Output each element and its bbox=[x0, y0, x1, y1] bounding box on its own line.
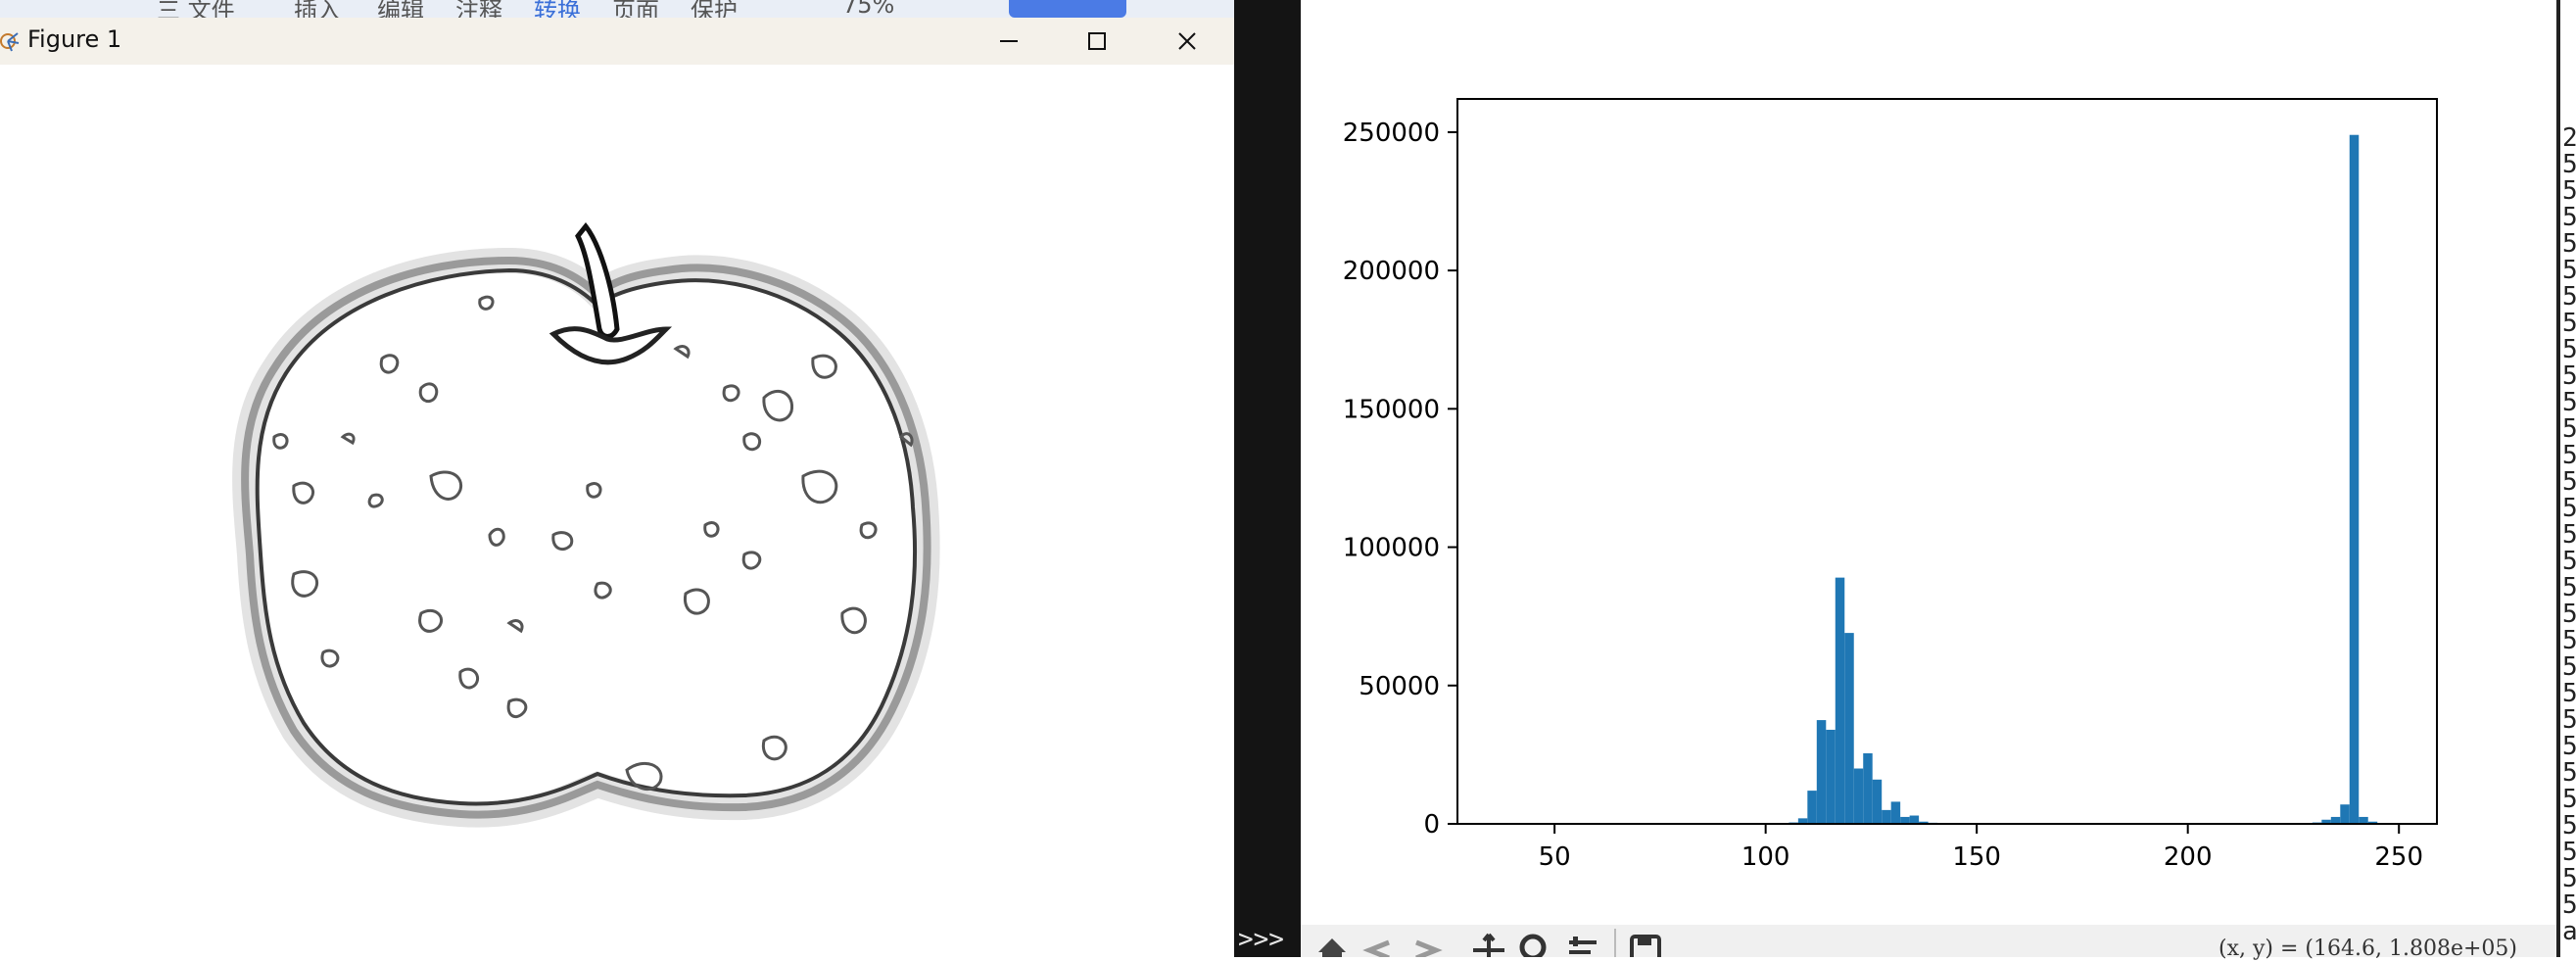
x-tick-label: 200 bbox=[2164, 842, 2213, 872]
x-axis-ticks: 50 100 150 200 250 bbox=[1539, 824, 2423, 872]
histogram-bar bbox=[2359, 816, 2368, 824]
figure2-window: 50 100 150 200 250 0 50000 100000 150000 200000 2… bbox=[1301, 0, 2556, 957]
plot-frame bbox=[1456, 98, 2438, 825]
pan-icon[interactable] bbox=[1469, 931, 1508, 957]
editor-line: 5, bbox=[2562, 229, 2576, 259]
editor-line: 5, bbox=[2562, 652, 2576, 682]
editor-line: 5, bbox=[2562, 679, 2576, 708]
editor-line: 5, bbox=[2562, 573, 2576, 602]
y-axis-ticks: 0 50000 100000 150000 200000 250000 bbox=[1343, 119, 1457, 840]
histogram-bar bbox=[1807, 791, 1817, 824]
editor-line: 5, bbox=[2562, 864, 2576, 893]
editor-line: 25 bbox=[2562, 123, 2576, 153]
coordinate-readout: (x, y) = (164.6, 1.808e+05) bbox=[2218, 937, 2517, 961]
bg-menu-protect: 保护 bbox=[691, 0, 738, 18]
histogram-bar bbox=[2340, 804, 2350, 824]
maximize-icon bbox=[1088, 32, 1106, 50]
histogram-bar bbox=[1872, 779, 1883, 824]
editor-line: 5, bbox=[2562, 150, 2576, 179]
bg-zoom-level: 75% bbox=[842, 0, 895, 18]
figure1-canvas[interactable] bbox=[0, 65, 1234, 957]
histogram-bar bbox=[1835, 577, 1845, 824]
editor-line: 5, bbox=[2562, 494, 2576, 523]
figure1-titlebar[interactable]: Figure 1 bbox=[0, 18, 1234, 65]
editor-line: 5, bbox=[2562, 626, 2576, 655]
configure-icon[interactable] bbox=[1563, 931, 1602, 957]
editor-line: ar bbox=[2562, 917, 2576, 946]
editor-line: 5, bbox=[2562, 811, 2576, 841]
histogram-bar bbox=[1900, 816, 1910, 824]
histogram-bar bbox=[1890, 801, 1901, 824]
close-button[interactable] bbox=[1158, 22, 1216, 61]
editor-line: 5, bbox=[2562, 335, 2576, 364]
histogram-bar bbox=[1882, 809, 1891, 824]
editor-line: 5, bbox=[2562, 309, 2576, 338]
close-icon bbox=[1178, 32, 1196, 50]
matplotlib-icon bbox=[0, 32, 20, 52]
back-icon[interactable] bbox=[1360, 931, 1399, 957]
editor-line: 5, bbox=[2562, 758, 2576, 788]
maximize-button[interactable] bbox=[1068, 22, 1126, 61]
x-tick-label: 50 bbox=[1539, 842, 1571, 872]
editor-line: 5, bbox=[2562, 705, 2576, 735]
home-icon[interactable] bbox=[1312, 931, 1352, 957]
editor-line: 5, bbox=[2562, 890, 2576, 920]
save-icon[interactable] bbox=[1626, 931, 1665, 957]
histogram-bar bbox=[1844, 633, 1854, 824]
histogram-chart[interactable]: 50 100 150 200 250 0 50000 100000 150000 200000 2… bbox=[1301, 0, 2556, 925]
cropped-editor-strip: 255,5,5,5,5,5,5,5,5,5,5,5,5,5,5,5,5,5,5,… bbox=[2556, 0, 2576, 957]
forward-icon[interactable] bbox=[1407, 931, 1446, 957]
bg-menu-edit: 编辑 bbox=[377, 0, 424, 18]
bg-blue-button bbox=[1009, 0, 1126, 18]
editor-line: 5, bbox=[2562, 388, 2576, 417]
editor-line: 5, bbox=[2562, 520, 2576, 550]
editor-line: 5, bbox=[2562, 547, 2576, 576]
bg-menu-insert: 插入 bbox=[294, 0, 341, 18]
x-tick-label: 150 bbox=[1952, 842, 2001, 872]
editor-line: 5, bbox=[2562, 176, 2576, 206]
figure1-window: 三 文件 插入 编辑 注释 转换 页面 保护 75% Figure 1 bbox=[0, 0, 1234, 957]
bg-menu-file: 三 文件 bbox=[157, 0, 235, 18]
figure1-title: Figure 1 bbox=[27, 25, 122, 53]
y-tick-label: 50000 bbox=[1359, 672, 1440, 701]
editor-line: 5, bbox=[2562, 732, 2576, 761]
y-tick-label: 150000 bbox=[1343, 395, 1440, 424]
console-strip bbox=[1234, 0, 1301, 957]
editor-line: 5, bbox=[2562, 256, 2576, 285]
y-tick-label: 200000 bbox=[1343, 257, 1440, 286]
console-prompt: >>> bbox=[1238, 925, 1284, 954]
editor-line: 5, bbox=[2562, 600, 2576, 629]
histogram-bars bbox=[1789, 134, 2378, 825]
y-tick-label: 250000 bbox=[1343, 119, 1440, 148]
histogram-bar bbox=[2349, 134, 2360, 825]
histogram-bar bbox=[1863, 752, 1873, 824]
histogram-bar bbox=[1909, 815, 1920, 824]
editor-line: 5, bbox=[2562, 467, 2576, 497]
editor-line: 5, bbox=[2562, 838, 2576, 867]
bg-menu-page: 页面 bbox=[612, 0, 659, 18]
editor-line: 5, bbox=[2562, 785, 2576, 814]
editor-line: 5, bbox=[2562, 441, 2576, 470]
zoom-icon[interactable] bbox=[1516, 931, 1555, 957]
y-tick-label: 100000 bbox=[1343, 534, 1440, 563]
apple-speckles bbox=[272, 295, 914, 792]
x-tick-label: 100 bbox=[1741, 842, 1790, 872]
editor-line: 5, bbox=[2562, 282, 2576, 312]
minimize-button[interactable] bbox=[979, 22, 1038, 61]
editor-line: 5, bbox=[2562, 361, 2576, 391]
bg-menu-annotate: 注释 bbox=[455, 0, 502, 18]
toolbar-separator bbox=[1614, 929, 1616, 957]
x-tick-label: 250 bbox=[2374, 842, 2423, 872]
histogram-bar bbox=[1816, 720, 1827, 824]
minimize-icon bbox=[1000, 40, 1018, 42]
editor-line: 5, bbox=[2562, 203, 2576, 232]
apple-contour-image bbox=[232, 221, 940, 828]
y-tick-label: 0 bbox=[1423, 810, 1440, 840]
background-app-toolbar: 三 文件 插入 编辑 注释 转换 页面 保护 75% bbox=[0, 0, 1234, 18]
editor-line: 5, bbox=[2562, 414, 2576, 444]
histogram-bar bbox=[1826, 729, 1836, 824]
histogram-bar bbox=[1853, 768, 1864, 824]
bg-menu-convert: 转换 bbox=[534, 0, 581, 18]
histogram-bar bbox=[2330, 816, 2341, 824]
